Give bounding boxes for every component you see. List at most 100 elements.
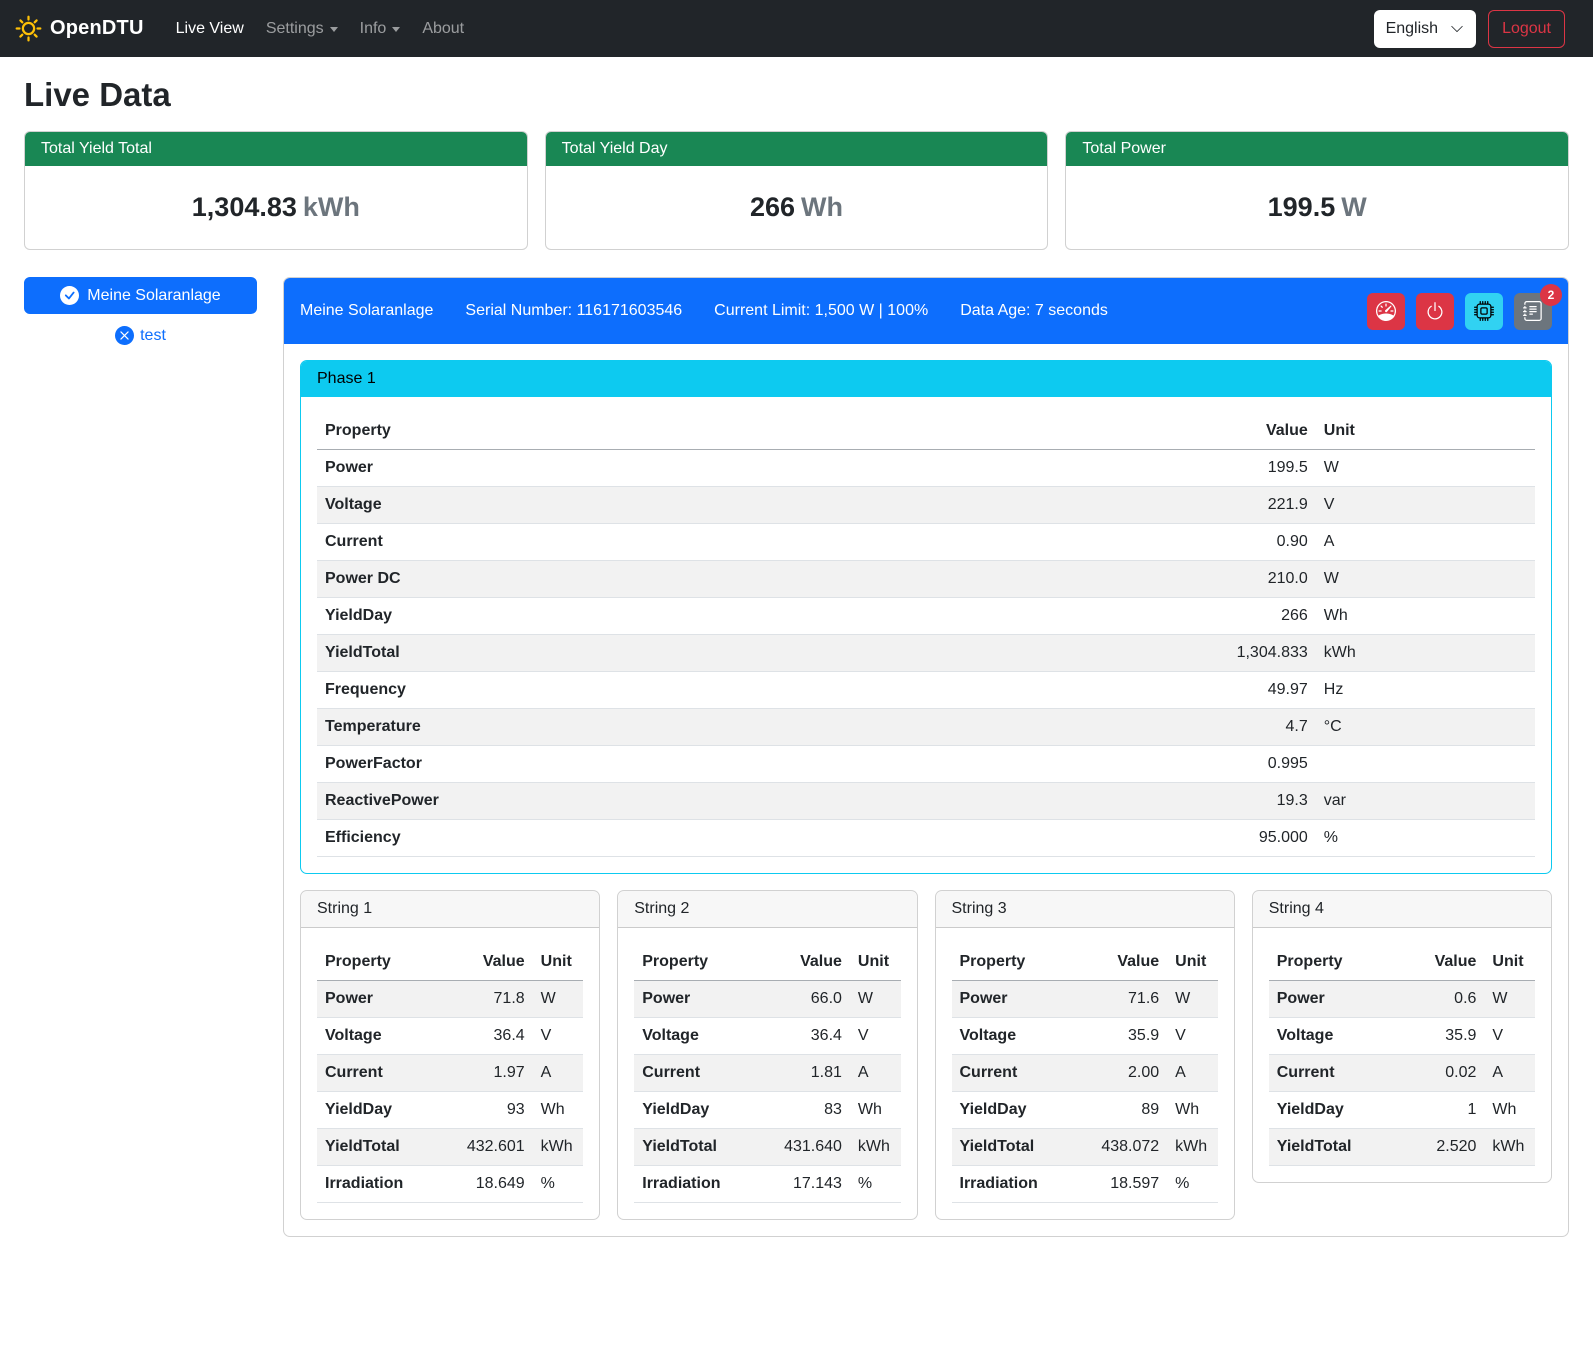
summary-cards: Total Yield Total 1,304.83kWh Total Yiel… (24, 131, 1569, 250)
table-row: Current 1.81 A (634, 1055, 900, 1092)
table-row: ReactivePower 19.3 var (317, 783, 1535, 820)
table-row: Voltage 221.9 V (317, 487, 1535, 524)
table-row: Power DC 210.0 W (317, 561, 1535, 598)
card-title: Total Power (1066, 132, 1568, 166)
inverter-select-button[interactable]: Meine Solaranlage (24, 277, 257, 314)
event-count-badge: 2 (1540, 284, 1562, 306)
top-navbar: OpenDTU Live View Settings Info About En… (0, 0, 1593, 57)
card-value: 199.5 (1268, 192, 1336, 222)
table-row: Irradiation 17.143 % (634, 1166, 900, 1203)
table-row: Frequency 49.97 Hz (317, 672, 1535, 709)
brand[interactable]: OpenDTU (15, 15, 144, 42)
card-title: Total Yield Total (25, 132, 527, 166)
table-row: Irradiation 18.649 % (317, 1166, 583, 1203)
cpu-icon (1474, 301, 1494, 321)
card-total-power: Total Power 199.5W (1065, 131, 1569, 250)
string-title: String 1 (301, 891, 599, 928)
language-select[interactable]: English (1374, 10, 1476, 48)
sun-logo-icon (15, 15, 42, 42)
string-4-card: String 4 Property Value Unit (1252, 890, 1552, 1183)
nav-settings[interactable]: Settings (258, 12, 346, 46)
caret-down-icon (330, 27, 338, 32)
card-value: 266 (750, 192, 795, 222)
inverter-serial: Serial Number: 116171603546 (465, 302, 682, 320)
card-unit: Wh (801, 192, 843, 222)
string-3-table: Property Value Unit Power 71. (952, 944, 1218, 1203)
string-2-table: Property Value Unit Power 66. (634, 944, 900, 1203)
nav-live-view[interactable]: Live View (168, 12, 252, 46)
table-row: Current 0.02 A (1269, 1055, 1535, 1092)
inverter-header: Meine Solaranlage Serial Number: 1161716… (284, 278, 1568, 344)
power-icon (1425, 301, 1445, 321)
brand-name: OpenDTU (50, 17, 144, 40)
table-row: Voltage 36.4 V (634, 1018, 900, 1055)
table-row: Current 2.00 A (952, 1055, 1218, 1092)
chevron-down-icon (1450, 22, 1464, 36)
card-unit: W (1341, 192, 1366, 222)
col-property: Property (317, 413, 915, 450)
table-row: YieldTotal 432.601 kWh (317, 1129, 583, 1166)
inverter-card: Meine Solaranlage Serial Number: 1161716… (283, 277, 1569, 1237)
table-row: Current 1.97 A (317, 1055, 583, 1092)
language-value: English (1386, 20, 1438, 38)
table-row: YieldTotal 2.520 kWh (1269, 1129, 1535, 1166)
card-title: Total Yield Day (546, 132, 1048, 166)
string-2-card: String 2 Property Value Unit (617, 890, 917, 1220)
event-log-button[interactable]: 2 (1514, 293, 1552, 330)
speedometer-icon (1376, 301, 1396, 321)
journal-text-icon (1523, 301, 1543, 321)
table-row: Power 71.8 W (317, 981, 583, 1018)
table-row: Temperature 4.7 °C (317, 709, 1535, 746)
table-row: Power 71.6 W (952, 981, 1218, 1018)
string-4-table: Property Value Unit Power 0.6 (1269, 944, 1535, 1166)
check-circle-icon (60, 286, 79, 305)
table-row: Power 0.6 W (1269, 981, 1535, 1018)
inverter-name: Meine Solaranlage (300, 302, 433, 320)
card-total-yield-total: Total Yield Total 1,304.83kWh (24, 131, 528, 250)
string-1-table: Property Value Unit Power 71. (317, 944, 583, 1203)
phase-table: Property Value Unit Power (317, 413, 1535, 857)
card-total-yield-day: Total Yield Day 266Wh (545, 131, 1049, 250)
string-1-card: String 1 Property Value Unit (300, 890, 600, 1220)
table-row: Power 199.5 W (317, 450, 1535, 487)
strings-row: String 1 Property Value Unit (300, 890, 1552, 1220)
logout-button[interactable]: Logout (1488, 10, 1565, 48)
phase-1-panel: Phase 1 Property Value Unit (300, 360, 1552, 874)
table-row: YieldTotal 1,304.833 kWh (317, 635, 1535, 672)
table-row: Current 0.90 A (317, 524, 1535, 561)
table-row: YieldDay 93 Wh (317, 1092, 583, 1129)
inverter-select-label: Meine Solaranlage (87, 287, 220, 305)
string-title: String 4 (1253, 891, 1551, 928)
table-row: YieldDay 1 Wh (1269, 1092, 1535, 1129)
table-row: Voltage 36.4 V (317, 1018, 583, 1055)
page-title: Live Data (24, 76, 1569, 114)
string-3-card: String 3 Property Value Unit (935, 890, 1235, 1220)
nav-about[interactable]: About (414, 12, 472, 46)
inverter-sidebar: Meine Solaranlage test (24, 277, 283, 345)
card-unit: kWh (303, 192, 360, 222)
inverter-data-age: Data Age: 7 seconds (960, 302, 1108, 320)
inverter-limit: Current Limit: 1,500 W | 100% (714, 302, 928, 320)
limit-settings-button[interactable] (1367, 293, 1405, 330)
x-circle-icon (115, 326, 134, 345)
table-row: YieldDay 89 Wh (952, 1092, 1218, 1129)
nav-info[interactable]: Info (352, 12, 409, 46)
table-row: Power 66.0 W (634, 981, 900, 1018)
phase-title: Phase 1 (301, 361, 1551, 397)
table-row: PowerFactor 0.995 (317, 746, 1535, 783)
table-row: YieldTotal 438.072 kWh (952, 1129, 1218, 1166)
card-value: 1,304.83 (192, 192, 297, 222)
table-row: YieldDay 266 Wh (317, 598, 1535, 635)
table-row: Irradiation 18.597 % (952, 1166, 1218, 1203)
col-value: Value (915, 413, 1316, 450)
inverter-item-test[interactable]: test (24, 326, 257, 345)
power-control-button[interactable] (1416, 293, 1454, 330)
device-info-button[interactable] (1465, 293, 1503, 330)
col-unit: Unit (1316, 413, 1535, 450)
string-title: String 3 (936, 891, 1234, 928)
table-row: Voltage 35.9 V (1269, 1018, 1535, 1055)
table-row: YieldDay 83 Wh (634, 1092, 900, 1129)
string-title: String 2 (618, 891, 916, 928)
table-row: Efficiency 95.000 % (317, 820, 1535, 857)
inverter-item-label: test (140, 327, 166, 345)
